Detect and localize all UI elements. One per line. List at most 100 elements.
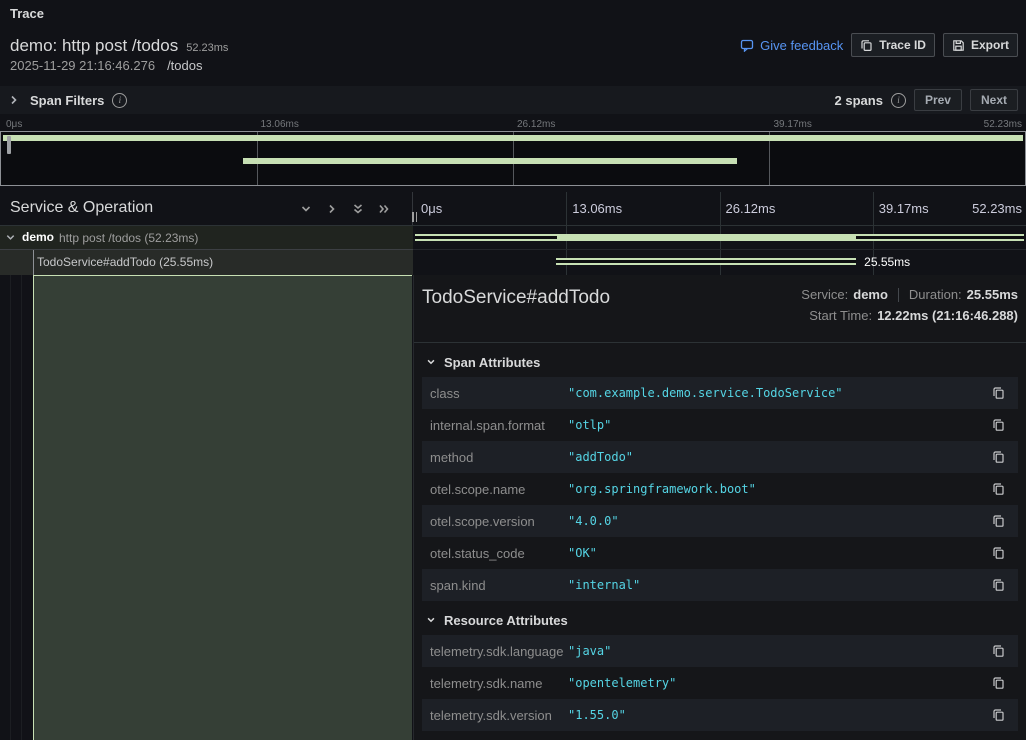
attribute-value: "internal"	[568, 578, 641, 592]
span-attributes-toggle[interactable]: Span Attributes	[426, 347, 1026, 377]
selected-span-highlight[interactable]	[33, 275, 412, 740]
attribute-key: otel.status_code	[430, 545, 525, 561]
timeline-tick: 26.12ms	[725, 201, 776, 216]
timeline-tick: 52.23ms	[972, 201, 1022, 216]
attribute-value: "1.55.0"	[568, 708, 626, 722]
copy-value-button[interactable]	[992, 481, 1010, 497]
give-feedback-link[interactable]: Give feedback	[740, 38, 843, 53]
trace-start-datetime: 2025-11-29 21:16:46.276	[10, 58, 156, 73]
span-bar[interactable]	[414, 234, 1025, 241]
span-row-root-timeline[interactable]	[413, 226, 1026, 250]
timeline-gridline	[872, 192, 874, 225]
copy-value-button[interactable]	[992, 385, 1010, 401]
comment-icon	[740, 39, 754, 52]
trace-title: demo: http post /todos 52.23ms	[10, 36, 228, 56]
timeline-tick: 39.17ms	[878, 201, 929, 216]
span-filters-label: Span Filters	[30, 92, 105, 108]
tree-guide-line	[21, 275, 22, 740]
attribute-value: "org.springframework.boot"	[568, 482, 756, 496]
attribute-key: internal.span.format	[430, 417, 545, 433]
trace-id-button[interactable]: Trace ID	[851, 33, 935, 57]
chevron-down-icon	[426, 357, 436, 367]
duration-label: Duration:	[908, 287, 962, 302]
minimap-tick: 52.23ms	[983, 119, 1022, 130]
copy-value-button[interactable]	[992, 449, 1010, 465]
attribute-value: "java"	[568, 644, 612, 658]
detail-area: TodoService#addTodo Service: demo Durati…	[0, 275, 1026, 740]
timeline-header: Service & Operation 0μs 13.06ms 26.12ms …	[0, 192, 1026, 226]
service-operation-title: Service & Operation	[10, 199, 154, 216]
trace-path: /todos	[167, 58, 203, 73]
span-count: 2 spans	[834, 92, 883, 108]
duration-value: 25.55ms	[966, 287, 1018, 302]
minimap-drag-handle[interactable]	[7, 136, 11, 154]
next-span-button[interactable]: Next	[969, 89, 1018, 111]
span-row-root: demo http post /todos (52.23ms)	[0, 226, 1026, 250]
trace-duration: 52.23ms	[186, 42, 229, 54]
span-bar-selected[interactable]	[556, 258, 857, 265]
info-icon[interactable]: i	[890, 92, 906, 108]
copy-value-button[interactable]	[992, 675, 1010, 691]
copy-value-button[interactable]	[992, 417, 1010, 433]
attribute-key: span.kind	[430, 577, 486, 593]
trace-header: demo: http post /todos 52.23ms 2025-11-29…	[0, 28, 1026, 84]
span-filters-bar: Span Filters i 2 spans i Prev Next	[0, 86, 1026, 114]
trace-minimap: 0μs 13.06ms 26.12ms 39.17ms 52.23ms	[0, 118, 1026, 186]
double-chevron-right-icon[interactable]	[378, 203, 390, 215]
minimap-tick: 26.12ms	[517, 119, 556, 130]
divider	[897, 287, 899, 302]
resource-attributes-title: Resource Attributes	[444, 612, 568, 628]
resource-attributes-toggle[interactable]: Resource Attributes	[426, 605, 1026, 635]
critical-path-segment	[855, 236, 1025, 239]
column-resize-grip[interactable]	[412, 212, 417, 222]
operation-name: TodoService#addTodo (25.55ms)	[37, 255, 214, 269]
copy-value-button[interactable]	[992, 545, 1010, 561]
span-meta-line: Start Time: 12.22ms (21:16:46.288)	[801, 305, 1018, 326]
minimap-span-bar	[242, 158, 738, 164]
service-name: demo	[22, 230, 55, 244]
export-button[interactable]: Export	[942, 33, 1018, 57]
span-filters-toggle[interactable]: Span Filters	[8, 93, 104, 108]
tree-column	[0, 275, 413, 740]
chevron-right-icon	[8, 94, 20, 106]
span-row-root-label[interactable]: demo http post /todos (52.23ms)	[0, 226, 413, 250]
minimap-viewport[interactable]	[0, 131, 1026, 186]
minimap-tick: 0μs	[6, 119, 23, 130]
trace-subtitle: 2025-11-29 21:16:46.276/todos	[10, 58, 202, 73]
timeline-gridline	[719, 192, 721, 225]
span-detail-panel: TodoService#addTodo Service: demo Durati…	[413, 275, 1026, 740]
span-detail-title: TodoService#addTodo	[422, 287, 611, 308]
attribute-row: telemetry.sdk.language "java"	[422, 635, 1018, 667]
start-time-value: 12.22ms (21:16:46.288)	[877, 308, 1018, 323]
trace-title-text: demo: http post /todos	[10, 36, 179, 55]
attribute-value: "otlp"	[568, 418, 612, 432]
prev-span-button[interactable]: Prev	[913, 89, 962, 111]
info-icon[interactable]: i	[112, 92, 128, 108]
attribute-row: method "addTodo"	[422, 441, 1018, 473]
trace-view-app: Trace demo: http post /todos 52.23ms 2025…	[0, 0, 1026, 740]
attribute-key: telemetry.sdk.name	[430, 675, 543, 691]
copy-value-button[interactable]	[992, 513, 1010, 529]
span-row-child-timeline[interactable]: 25.55ms	[413, 250, 1026, 275]
attribute-key: telemetry.sdk.version	[430, 707, 552, 723]
page-title: Trace	[10, 6, 44, 21]
attribute-row: class "com.example.demo.service.TodoServ…	[422, 377, 1018, 409]
panel-title-band: Trace	[0, 0, 1026, 28]
attribute-key: telemetry.sdk.language	[430, 643, 564, 659]
chevron-right-icon[interactable]	[326, 203, 338, 215]
span-row-child-label[interactable]: TodoService#addTodo (25.55ms)	[0, 250, 413, 275]
save-icon	[952, 39, 965, 52]
copy-value-button[interactable]	[992, 707, 1010, 723]
span-rows: demo http post /todos (52.23ms) TodoServ…	[0, 226, 1026, 275]
critical-path-segment	[414, 236, 558, 239]
chevron-down-icon[interactable]	[5, 232, 16, 243]
attribute-key: otel.scope.version	[430, 513, 535, 529]
double-chevron-down-icon[interactable]	[352, 203, 364, 215]
chevron-down-icon[interactable]	[300, 203, 312, 215]
minimap-tick: 13.06ms	[260, 119, 299, 130]
copy-value-button[interactable]	[992, 643, 1010, 659]
copy-icon	[860, 39, 873, 52]
span-attributes-table: class "com.example.demo.service.TodoServ…	[422, 377, 1018, 601]
copy-value-button[interactable]	[992, 577, 1010, 593]
start-time-label: Start Time:	[809, 308, 873, 323]
